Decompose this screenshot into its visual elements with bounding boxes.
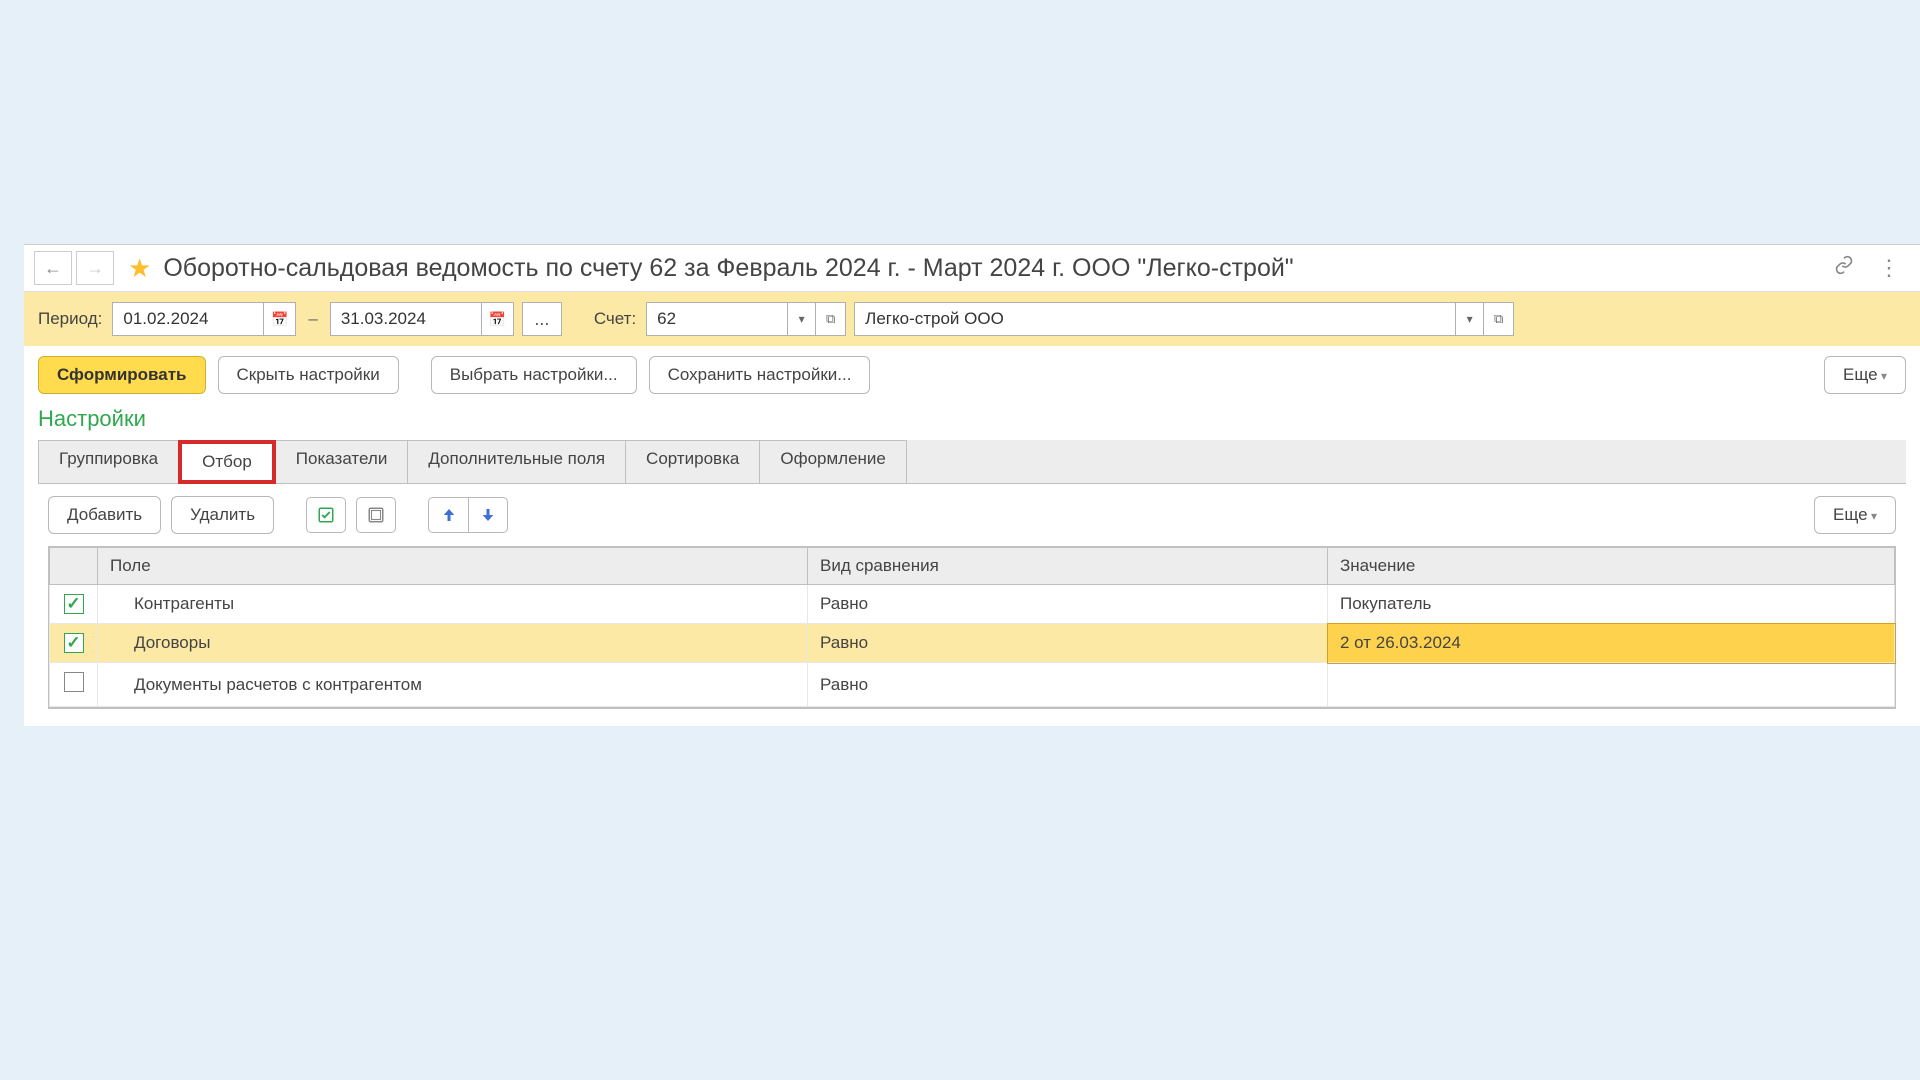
hide-settings-button[interactable]: Скрыть настройки	[218, 356, 399, 394]
table-row[interactable]: Документы расчетов с контрагентом Равно	[50, 663, 1895, 707]
calendar-icon: 📅	[489, 311, 506, 328]
account-label: Счет:	[594, 309, 636, 329]
filter-header-field: Поле	[98, 548, 808, 585]
period-bar: Период: 📅 – 📅 ... Счет: ▾ ⧉	[24, 292, 1920, 346]
account-input[interactable]	[647, 303, 787, 335]
move-up-button[interactable]	[428, 497, 468, 533]
link-icon[interactable]	[1834, 255, 1854, 281]
popup-icon: ⧉	[1494, 311, 1503, 326]
row-comparison[interactable]: Равно	[808, 585, 1328, 624]
table-row[interactable]: ✓ Договоры Равно 2 от 26.03.2024	[50, 624, 1895, 663]
generate-button[interactable]: Сформировать	[38, 356, 206, 394]
tab-sorting[interactable]: Сортировка	[625, 440, 760, 483]
uncheck-all-icon	[367, 506, 385, 524]
nav-back-button[interactable]: ←	[34, 251, 72, 285]
check-all-button[interactable]	[306, 497, 346, 533]
account-group: ▾ ⧉	[646, 302, 846, 336]
period-to-group: 📅	[330, 302, 514, 336]
filter-header-comparison: Вид сравнения	[808, 548, 1328, 585]
period-to-input[interactable]	[331, 303, 481, 335]
tab-formatting[interactable]: Оформление	[759, 440, 907, 483]
period-from-group: 📅	[112, 302, 296, 336]
favorite-star-icon[interactable]: ★	[128, 253, 151, 284]
kebab-menu-icon[interactable]: ⋮	[1878, 255, 1900, 281]
row-comparison[interactable]: Равно	[808, 663, 1328, 707]
header-bar: ← → ★ Оборотно-сальдовая ведомость по сч…	[24, 245, 1920, 292]
period-to-calendar-button[interactable]: 📅	[481, 303, 513, 335]
filter-header-value: Значение	[1328, 548, 1895, 585]
chevron-down-icon: ▾	[1467, 312, 1473, 326]
save-settings-button[interactable]: Сохранить настройки...	[649, 356, 871, 394]
check-all-icon	[317, 506, 335, 524]
delete-filter-button[interactable]: Удалить	[171, 496, 274, 534]
row-value[interactable]	[1328, 663, 1895, 707]
page-title: Оборотно-сальдовая ведомость по счету 62…	[163, 254, 1820, 283]
add-filter-button[interactable]: Добавить	[48, 496, 161, 534]
uncheck-all-button[interactable]	[356, 497, 396, 533]
period-picker-button[interactable]: ...	[522, 302, 562, 336]
arrow-right-icon: →	[86, 258, 104, 279]
filter-toolbar: Добавить Удалить Еще	[24, 484, 1920, 546]
actions-bar: Сформировать Скрыть настройки Выбрать на…	[24, 346, 1920, 404]
settings-tabs: Группировка Отбор Показатели Дополнитель…	[38, 440, 1906, 484]
org-input[interactable]	[855, 303, 1455, 335]
account-dropdown-button[interactable]: ▾	[787, 303, 815, 335]
filter-table-wrapper: Поле Вид сравнения Значение ✓ Контрагент…	[48, 546, 1896, 708]
calendar-icon: 📅	[271, 311, 288, 328]
row-value[interactable]: Покупатель	[1328, 585, 1895, 624]
tab-filter[interactable]: Отбор	[178, 440, 276, 484]
org-dropdown-button[interactable]: ▾	[1455, 303, 1483, 335]
period-dash: –	[304, 309, 321, 329]
popup-icon: ⧉	[826, 311, 835, 326]
choose-settings-button[interactable]: Выбрать настройки...	[431, 356, 637, 394]
chevron-down-icon: ▾	[799, 312, 805, 326]
app-window: ← → ★ Оборотно-сальдовая ведомость по сч…	[24, 244, 1920, 726]
org-open-button[interactable]: ⧉	[1483, 303, 1513, 335]
period-label: Период:	[38, 309, 102, 329]
settings-heading: Настройки	[24, 404, 1920, 440]
arrow-left-icon: ←	[44, 258, 62, 279]
actions-more-button[interactable]: Еще	[1824, 356, 1906, 394]
nav-forward-button[interactable]: →	[76, 251, 114, 285]
tab-grouping[interactable]: Группировка	[38, 440, 179, 483]
filter-table: Поле Вид сравнения Значение ✓ Контрагент…	[49, 547, 1895, 707]
row-value[interactable]: 2 от 26.03.2024	[1328, 624, 1895, 663]
row-checkbox[interactable]: ✓	[64, 594, 84, 614]
row-checkbox[interactable]	[64, 672, 84, 692]
arrow-up-icon	[440, 506, 458, 524]
period-from-calendar-button[interactable]: 📅	[263, 303, 295, 335]
row-field: Контрагенты	[110, 594, 234, 614]
table-footer-strip	[48, 708, 1896, 726]
filter-header-checkbox	[50, 548, 98, 585]
period-from-input[interactable]	[113, 303, 263, 335]
org-group: ▾ ⧉	[854, 302, 1514, 336]
row-field: Договоры	[110, 633, 210, 653]
tab-extra-fields[interactable]: Дополнительные поля	[407, 440, 626, 483]
move-buttons-group	[428, 497, 508, 533]
filter-more-button[interactable]: Еще	[1814, 496, 1896, 534]
row-field: Документы расчетов с контрагентом	[110, 675, 422, 695]
tab-indicators[interactable]: Показатели	[275, 440, 409, 483]
row-checkbox[interactable]: ✓	[64, 633, 84, 653]
account-open-button[interactable]: ⧉	[815, 303, 845, 335]
row-comparison[interactable]: Равно	[808, 624, 1328, 663]
move-down-button[interactable]	[468, 497, 508, 533]
filter-table-header-row: Поле Вид сравнения Значение	[50, 548, 1895, 585]
table-row[interactable]: ✓ Контрагенты Равно Покупатель	[50, 585, 1895, 624]
arrow-down-icon	[479, 506, 497, 524]
